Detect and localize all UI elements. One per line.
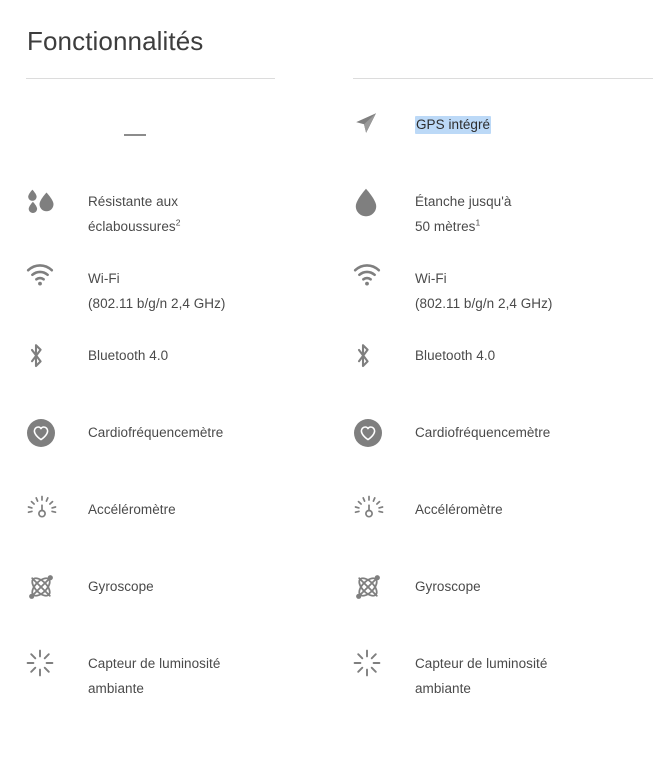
water-droplet-icon: [353, 187, 415, 227]
feature-label-text: ambiante: [88, 681, 144, 696]
feature-label: Wi-Fi (802.11 b/g/n 2,4 GHz): [88, 264, 326, 316]
feature-label-text: Cardiofréquencemètre: [88, 425, 224, 440]
feature-row: Résistante aux éclaboussures2: [26, 187, 326, 239]
gps-arrow-icon: [353, 110, 415, 150]
feature-label-line: (802.11 b/g/n 2,4 GHz): [415, 291, 653, 316]
features-comparison-page: Fonctionnalités Résistante aux éclaboussu…: [0, 0, 653, 771]
feature-label: Gyroscope: [88, 572, 326, 599]
feature-label: Cardiofréquencemètre: [88, 418, 326, 445]
wifi-icon: [26, 264, 88, 304]
feature-label: Résistante aux éclaboussures2: [88, 187, 326, 239]
feature-label: Bluetooth 4.0: [415, 341, 653, 368]
feature-label-text: Bluetooth 4.0: [88, 348, 169, 363]
feature-row: Accéléromètre: [353, 495, 653, 547]
feature-label-text: Wi-Fi: [88, 271, 120, 286]
feature-label-line: Wi-Fi: [88, 266, 326, 291]
feature-label: Accéléromètre: [415, 495, 653, 522]
feature-label-line: Capteur de luminosité: [88, 651, 326, 676]
feature-label-line: Wi-Fi: [415, 266, 653, 291]
feature-label-line: GPS intégré: [415, 112, 653, 137]
feature-label-line: (802.11 b/g/n 2,4 GHz): [88, 291, 326, 316]
column-divider-right: [353, 78, 653, 79]
feature-row: Accéléromètre: [26, 495, 326, 547]
bluetooth-icon: [26, 341, 88, 381]
column-divider-left: [26, 78, 275, 79]
feature-row: Bluetooth 4.0: [26, 341, 326, 393]
feature-row: Wi-Fi (802.11 b/g/n 2,4 GHz): [353, 264, 653, 316]
feature-label-line: Bluetooth 4.0: [88, 343, 326, 368]
feature-label-line: ambiante: [415, 676, 653, 701]
feature-label-text: ambiante: [415, 681, 471, 696]
feature-row-unavailable: [26, 110, 326, 162]
ambient-light-icon: [353, 649, 415, 689]
feature-row: GPS intégré: [353, 110, 653, 162]
feature-row: Gyroscope: [353, 572, 653, 624]
feature-row: Wi-Fi (802.11 b/g/n 2,4 GHz): [26, 264, 326, 316]
feature-label-line: ambiante: [88, 676, 326, 701]
feature-label-line: Étanche jusqu'à: [415, 189, 653, 214]
feature-list-right: GPS intégré Étanche jusqu'à 50 mètres1 Wi…: [353, 110, 653, 726]
footnote-marker: 2: [175, 217, 181, 228]
feature-label-text: Capteur de luminosité: [88, 656, 221, 671]
feature-label-text: Capteur de luminosité: [415, 656, 548, 671]
selected-text-highlight[interactable]: GPS intégré: [415, 116, 492, 134]
gyroscope-icon: [26, 572, 88, 612]
feature-label-text: Bluetooth 4.0: [415, 348, 496, 363]
feature-list-left: Résistante aux éclaboussures2 Wi-Fi (802.1…: [26, 110, 326, 726]
feature-label-line: Capteur de luminosité: [415, 651, 653, 676]
feature-label-text: éclaboussures: [88, 219, 176, 234]
feature-label-text: 50 mètres: [415, 219, 476, 234]
feature-label: GPS intégré: [415, 110, 653, 137]
feature-label: Gyroscope: [415, 572, 653, 599]
feature-label-text: (802.11 b/g/n 2,4 GHz): [88, 296, 226, 311]
feature-row: Cardiofréquencemètre: [353, 418, 653, 470]
heart-rate-icon: [353, 418, 415, 458]
feature-label-line: Gyroscope: [88, 574, 326, 599]
feature-label-text: (802.11 b/g/n 2,4 GHz): [415, 296, 553, 311]
feature-label-text: Wi-Fi: [415, 271, 447, 286]
bluetooth-icon: [353, 341, 415, 381]
water-droplets-icon: [26, 187, 88, 227]
feature-row: Cardiofréquencemètre: [26, 418, 326, 470]
feature-label-text: Gyroscope: [415, 579, 481, 594]
feature-label-text: Accéléromètre: [88, 502, 176, 517]
feature-label-line: Bluetooth 4.0: [415, 343, 653, 368]
heart-rate-icon: [26, 418, 88, 458]
feature-label-text: Étanche jusqu'à: [415, 194, 512, 209]
feature-label-line: Cardiofréquencemètre: [415, 420, 653, 445]
em-dash-icon: [124, 134, 146, 136]
feature-label-line: 50 mètres1: [415, 214, 653, 239]
feature-label-line: Gyroscope: [415, 574, 653, 599]
feature-label: Bluetooth 4.0: [88, 341, 326, 368]
feature-label: Capteur de luminosité ambiante: [88, 649, 326, 701]
feature-label: Étanche jusqu'à 50 mètres1: [415, 187, 653, 239]
feature-label-line: Résistante aux: [88, 189, 326, 214]
comparison-columns: Résistante aux éclaboussures2 Wi-Fi (802.1…: [0, 0, 653, 771]
feature-label-line: éclaboussures2: [88, 214, 326, 239]
feature-row: Bluetooth 4.0: [353, 341, 653, 393]
feature-label-text: Résistante aux: [88, 194, 178, 209]
accelerometer-icon: [353, 495, 415, 535]
feature-label-line: Accéléromètre: [415, 497, 653, 522]
footnote-marker: 1: [475, 217, 481, 228]
gyroscope-icon: [353, 572, 415, 612]
feature-label-line: Cardiofréquencemètre: [88, 420, 326, 445]
wifi-icon: [353, 264, 415, 304]
feature-row: Capteur de luminosité ambiante: [26, 649, 326, 701]
feature-label-text: Accéléromètre: [415, 502, 503, 517]
accelerometer-icon: [26, 495, 88, 535]
feature-label-line: Accéléromètre: [88, 497, 326, 522]
feature-label: Cardiofréquencemètre: [415, 418, 653, 445]
feature-label: Accéléromètre: [88, 495, 326, 522]
feature-label: Capteur de luminosité ambiante: [415, 649, 653, 701]
feature-row: Gyroscope: [26, 572, 326, 624]
feature-label-text: Gyroscope: [88, 579, 154, 594]
feature-row: Étanche jusqu'à 50 mètres1: [353, 187, 653, 239]
feature-row: Capteur de luminosité ambiante: [353, 649, 653, 701]
feature-label-text: Cardiofréquencemètre: [415, 425, 551, 440]
ambient-light-icon: [26, 649, 88, 689]
feature-label: Wi-Fi (802.11 b/g/n 2,4 GHz): [415, 264, 653, 316]
